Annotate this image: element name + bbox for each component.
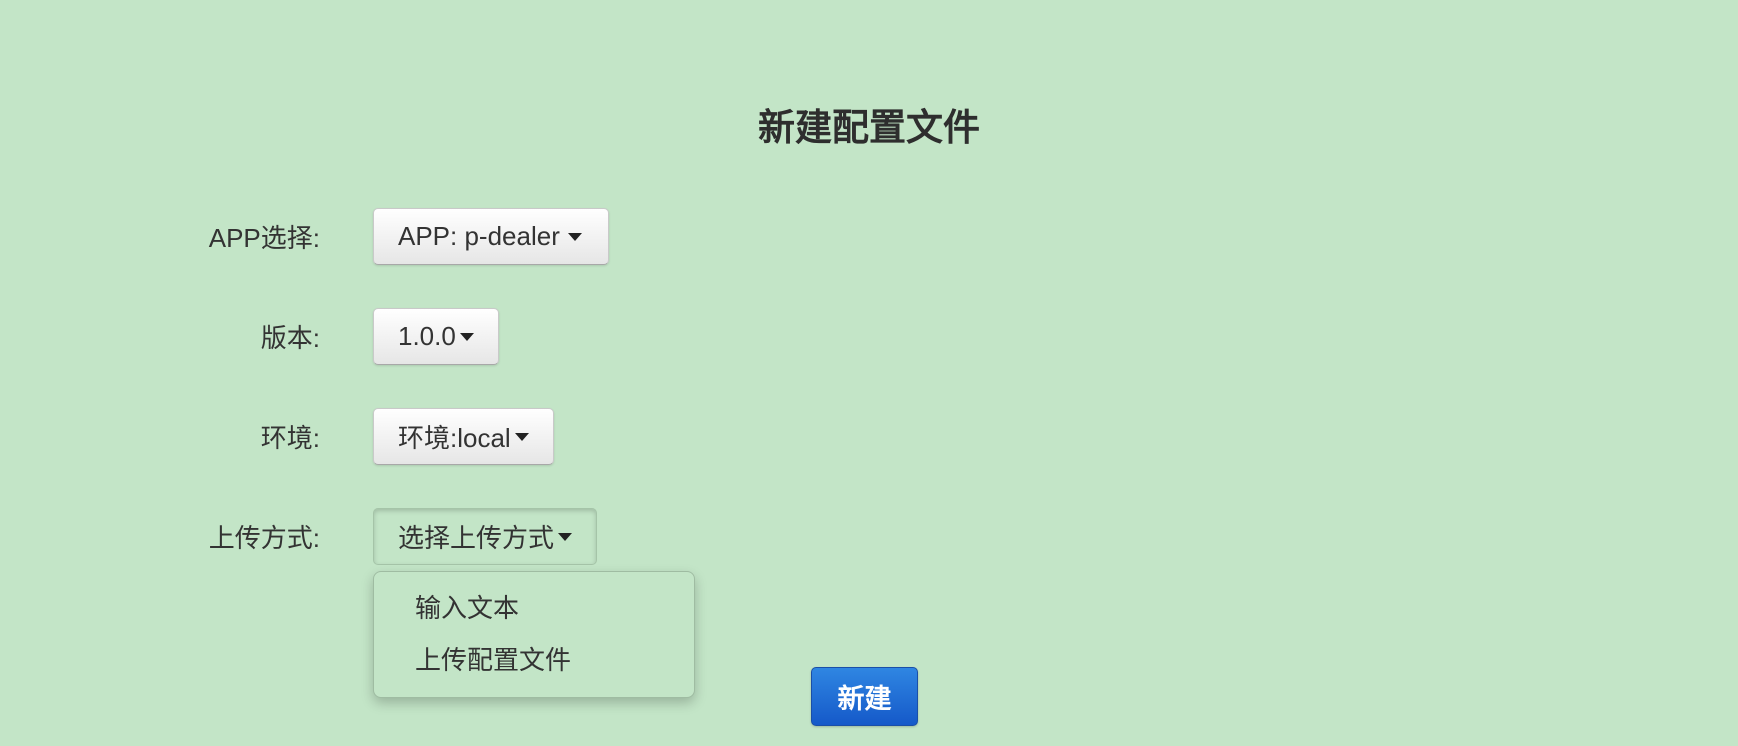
- app-select-value: APP: p-dealer: [398, 221, 560, 251]
- upload-method-value: 选择上传方式: [398, 523, 555, 553]
- caret-down-icon: [567, 232, 582, 241]
- new-config-page: 新建配置文件 APP选择: APP: p-dealer 版本: 1.0.0 环境…: [0, 0, 1738, 746]
- upload-method-label: 上传方式:: [208, 523, 320, 553]
- app-select-dropdown[interactable]: APP: p-dealer: [373, 208, 609, 265]
- version-dropdown[interactable]: 1.0.0: [373, 308, 499, 365]
- version-value: 1.0.0: [398, 321, 456, 351]
- menu-item-input-text[interactable]: 输入文本: [374, 582, 694, 634]
- caret-down-icon: [558, 532, 573, 541]
- menu-item-upload-file[interactable]: 上传配置文件: [374, 634, 694, 686]
- env-value: 环境:local: [398, 423, 511, 453]
- upload-method-dropdown[interactable]: 选择上传方式: [373, 508, 598, 565]
- app-select-label: APP选择:: [208, 223, 320, 253]
- caret-down-icon: [514, 432, 529, 441]
- upload-method-menu: 输入文本 上传配置文件: [373, 571, 695, 698]
- caret-down-icon: [459, 332, 474, 341]
- page-title: 新建配置文件: [758, 107, 980, 148]
- create-button[interactable]: 新建: [811, 667, 918, 726]
- version-label: 版本:: [260, 323, 320, 353]
- env-label: 环境:: [260, 423, 320, 453]
- env-dropdown[interactable]: 环境:local: [373, 408, 554, 465]
